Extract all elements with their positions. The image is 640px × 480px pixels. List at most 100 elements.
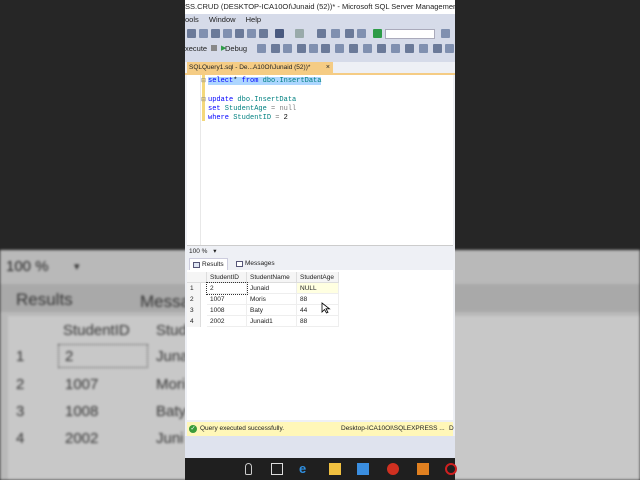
collapse-icon[interactable]: ⊟ bbox=[201, 77, 206, 84]
opera-icon[interactable] bbox=[445, 463, 457, 475]
toolbar-icon[interactable] bbox=[317, 29, 326, 38]
toolbar-icon[interactable] bbox=[377, 44, 386, 53]
stop-icon[interactable] bbox=[211, 45, 217, 51]
toolbar-icon[interactable] bbox=[199, 29, 208, 38]
column-header[interactable]: StudentName bbox=[247, 272, 297, 283]
toolbar-icon[interactable] bbox=[247, 29, 256, 38]
bg-chevron-down-icon: ▾ bbox=[74, 261, 80, 273]
menu-bar: ools Window Help bbox=[185, 14, 455, 26]
column-header[interactable]: StudentID bbox=[207, 272, 247, 283]
window-title: SS.CRUD (DESKTOP-ICA10OI\Junaid (52))* -… bbox=[185, 2, 455, 11]
bg-row-id: 2 bbox=[58, 344, 148, 368]
toolbar-icon[interactable] bbox=[235, 29, 244, 38]
toolbar-icon[interactable] bbox=[419, 44, 428, 53]
toolbar-icon[interactable] bbox=[391, 44, 400, 53]
column-header[interactable]: StudentAge bbox=[297, 272, 339, 283]
debug-button[interactable]: Debug bbox=[225, 41, 247, 56]
edge-icon[interactable]: e bbox=[299, 462, 311, 475]
bg-row-name: Mori bbox=[156, 376, 186, 393]
status-message: Query executed successfully. bbox=[200, 425, 285, 432]
grid-cell[interactable]: Moris bbox=[247, 294, 297, 305]
code-column: StudentID bbox=[229, 114, 272, 122]
toolbar-icon[interactable] bbox=[257, 44, 266, 53]
code-line-3: update dbo.InsertData bbox=[208, 96, 296, 104]
bg-row-name: Juni bbox=[156, 430, 184, 447]
menu-item-tools[interactable]: ools bbox=[185, 15, 199, 24]
toolbar-icon[interactable] bbox=[433, 44, 442, 53]
sublime-icon[interactable] bbox=[417, 463, 429, 475]
tab-results-label: Results bbox=[202, 261, 224, 268]
toolbar-icon[interactable] bbox=[445, 44, 454, 53]
app-icon[interactable] bbox=[387, 463, 399, 475]
keyword-select: select bbox=[208, 77, 234, 85]
toolbar-icon[interactable] bbox=[331, 29, 340, 38]
sql-editor-toolbar: xecute ▶ Debug bbox=[185, 41, 455, 56]
row-number[interactable]: 4 bbox=[187, 316, 201, 327]
results-grid[interactable]: StudentID StudentName StudentAge 1 2 Jun… bbox=[187, 270, 453, 420]
execute-button[interactable]: xecute bbox=[185, 41, 207, 56]
grid-cell[interactable]: NULL bbox=[297, 283, 339, 294]
row-number[interactable]: 1 bbox=[187, 283, 201, 294]
status-bar: ✓ Query executed successfully. Desktop-I… bbox=[187, 422, 454, 436]
grid-cell[interactable]: 88 bbox=[297, 294, 339, 305]
grid-cell[interactable]: 1008 bbox=[207, 305, 247, 316]
toolbar-icon[interactable] bbox=[283, 44, 292, 53]
background-left bbox=[0, 0, 185, 250]
success-icon: ✓ bbox=[189, 425, 197, 433]
toolbar-icon[interactable] bbox=[345, 29, 354, 38]
parse-icon[interactable] bbox=[271, 44, 280, 53]
row-number[interactable]: 2 bbox=[187, 294, 201, 305]
grid-cell[interactable]: 2002 bbox=[207, 316, 247, 327]
bg-row-name: Juna bbox=[156, 348, 189, 365]
toolbar-icon[interactable] bbox=[357, 29, 366, 38]
store-icon[interactable] bbox=[357, 463, 369, 475]
toolbar-icon[interactable] bbox=[187, 29, 196, 38]
undo-icon[interactable] bbox=[275, 29, 284, 38]
toolbar-icon[interactable] bbox=[405, 44, 414, 53]
document-tab[interactable]: SQLQuery1.sql - De...A10OI\Junaid (52))*… bbox=[187, 62, 333, 73]
microphone-icon[interactable] bbox=[245, 463, 252, 475]
menu-item-help[interactable]: Help bbox=[246, 15, 261, 24]
redo-icon[interactable] bbox=[295, 29, 304, 38]
toolbar-icon[interactable] bbox=[259, 29, 268, 38]
screen: 100 % ▾ Results Messa StudentID Stud 1 2… bbox=[0, 0, 640, 480]
toolbar-icon[interactable] bbox=[335, 44, 344, 53]
grid-cell[interactable]: 1007 bbox=[207, 294, 247, 305]
chevron-down-icon[interactable]: ▾ bbox=[213, 248, 216, 255]
grid-cell[interactable]: 44 bbox=[297, 305, 339, 316]
task-view-icon[interactable] bbox=[271, 463, 283, 475]
close-icon[interactable]: × bbox=[326, 62, 330, 73]
bg-row-num: 2 bbox=[16, 376, 25, 393]
play-icon[interactable] bbox=[373, 29, 382, 38]
status-server: Desktop-ICA10OI\SQLEXPRESS ... bbox=[341, 425, 445, 432]
results-tabs: Results Messages bbox=[187, 256, 453, 270]
solution-combo[interactable] bbox=[385, 29, 435, 39]
code-line-5: where StudentID = 2 bbox=[208, 114, 288, 122]
toolbar-icon[interactable] bbox=[211, 29, 220, 38]
collapse-icon[interactable]: ⊟ bbox=[201, 96, 206, 103]
toolbar-icon[interactable] bbox=[309, 44, 318, 53]
menu-item-window[interactable]: Window bbox=[209, 15, 236, 24]
toolbar-icon[interactable] bbox=[349, 44, 358, 53]
bg-row-id: 1007 bbox=[65, 376, 99, 393]
file-explorer-icon[interactable] bbox=[329, 463, 341, 475]
toolbar-icon[interactable] bbox=[297, 44, 306, 53]
tab-results[interactable]: Results bbox=[189, 258, 228, 270]
grid-cell[interactable]: Baty bbox=[247, 305, 297, 316]
row-number[interactable]: 3 bbox=[187, 305, 201, 316]
grid-cell[interactable]: Junaid bbox=[247, 283, 297, 294]
grid-cell[interactable]: Junaid1 bbox=[247, 316, 297, 327]
zoom-level[interactable]: 100 % bbox=[189, 248, 207, 255]
bg-messages-tab: Messa bbox=[140, 292, 191, 311]
grid-cell[interactable]: 88 bbox=[297, 316, 339, 327]
toolbar-icon[interactable] bbox=[321, 44, 330, 53]
bg-row-num: 1 bbox=[16, 348, 25, 365]
status-extra: D bbox=[449, 425, 454, 432]
code-operator: = bbox=[266, 105, 280, 113]
query-editor[interactable]: ⊟ select* from dbo.InsertData ⊟ update d… bbox=[187, 75, 453, 245]
toolbar-icon[interactable] bbox=[223, 29, 232, 38]
tab-messages[interactable]: Messages bbox=[233, 258, 278, 270]
toolbar-icon[interactable] bbox=[441, 29, 450, 38]
toolbar-icon[interactable] bbox=[363, 44, 372, 53]
grid-cell[interactable]: 2 bbox=[206, 282, 248, 295]
